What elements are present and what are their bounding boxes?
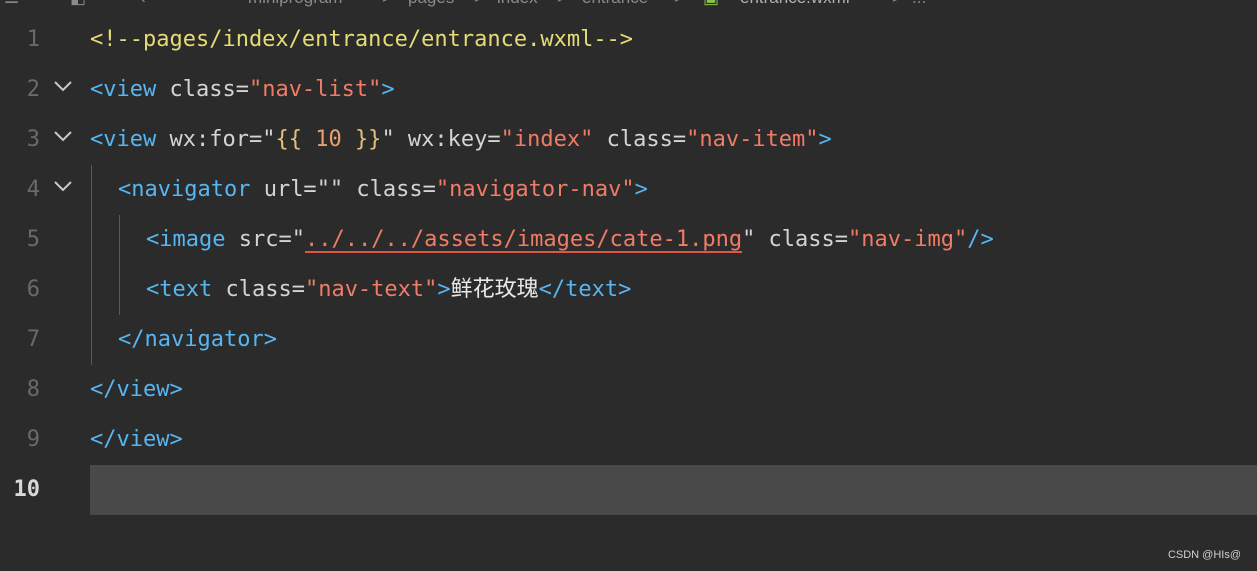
string-quote: " [262, 127, 276, 152]
attr-token: class= [343, 177, 436, 202]
breadcrumb-item-1[interactable]: pages [408, 0, 454, 8]
breadcrumb-sep: > [382, 0, 392, 8]
breadcrumb-item-2[interactable]: index [497, 0, 538, 8]
breadcrumb-sep: > [674, 0, 684, 8]
code-line-10[interactable]: 10 [0, 465, 1257, 515]
attr-token: class= [755, 227, 849, 252]
tag-token: </text> [538, 277, 632, 302]
string-token: "" [316, 177, 344, 202]
text-content: 鲜花玫瑰 [450, 277, 539, 302]
string-token: "index" [500, 127, 594, 152]
attr-token: class= [212, 277, 305, 302]
breadcrumb-sep: > [892, 0, 902, 8]
tag-token: > [634, 177, 648, 202]
tag-token: > [818, 127, 832, 152]
line-number: 6 [26, 277, 40, 302]
tag-token: </view> [90, 427, 183, 452]
tag-token: /> [967, 227, 994, 252]
attr-token: src= [225, 227, 292, 252]
breadcrumb-item-4[interactable]: entrance.wxml [740, 0, 850, 8]
current-line-highlight [90, 465, 1257, 515]
line-number: 4 [26, 177, 40, 202]
comment-token: <!--pages/index/entrance/entrance.wxml--… [90, 27, 634, 52]
tag-token: </navigator> [118, 327, 277, 352]
line-number: 10 [13, 477, 41, 502]
string-token: "nav-item" [686, 127, 819, 152]
tag-token: </view> [90, 377, 183, 402]
code-line-3[interactable]: 3 <view wx:for="{{ 10 }}" wx:key="index"… [0, 115, 1257, 165]
string-token: "nav-text" [304, 277, 438, 302]
line-number: 9 [26, 427, 40, 452]
chevron-down-icon[interactable] [52, 75, 74, 97]
tag-token: > [437, 277, 451, 302]
breadcrumb-icon-b[interactable]: ◧ [70, 0, 86, 8]
breadcrumb-sep: > [557, 0, 567, 8]
number-token: 10 [301, 127, 355, 152]
code-line-5[interactable]: 5 <image src="../../../assets/images/cat… [0, 215, 1257, 265]
tag-token: <view [90, 77, 157, 102]
chevron-down-icon[interactable] [52, 125, 74, 147]
code-line-6[interactable]: 6 <text class="nav-text">鲜花玫瑰</text> [0, 265, 1257, 315]
attr-token: class= [156, 77, 249, 102]
code-line-2[interactable]: 2 <view class="nav-list"> [0, 65, 1257, 115]
path-string-token[interactable]: ../../../assets/images/cate-1.png [305, 227, 742, 252]
code-line-4[interactable]: 4 <navigator url="" class="navigator-nav… [0, 165, 1257, 215]
brace-token: {{ [275, 127, 302, 152]
chevron-down-icon[interactable] [52, 175, 74, 197]
string-token: "nav-img" [848, 227, 968, 252]
string-token: "nav-list" [248, 77, 382, 102]
attr-token: wx:key= [394, 127, 501, 152]
wxml-file-icon: ▣ [703, 0, 719, 8]
string-quote: " [291, 227, 305, 252]
back-icon[interactable]: ‹ [140, 0, 146, 8]
tag-token: <navigator [118, 177, 251, 202]
line-number: 1 [26, 27, 40, 52]
tag-token: <text [146, 277, 213, 302]
code-line-1[interactable]: 1 <!--pages/index/entrance/entrance.wxml… [0, 15, 1257, 65]
attr-token: url= [250, 177, 317, 202]
tag-token: <image [146, 227, 226, 252]
breadcrumb-item-0[interactable]: miniprogram [248, 0, 342, 8]
brace-token: }} [354, 127, 382, 152]
code-line-7[interactable]: 7 </navigator> [0, 315, 1257, 365]
line-number: 2 [26, 77, 40, 102]
attr-token: class= [593, 127, 687, 152]
breadcrumb-sep: > [474, 0, 484, 8]
code-line-8[interactable]: 8 </view> [0, 365, 1257, 415]
string-quote: " [742, 227, 756, 252]
line-number: 7 [26, 327, 40, 352]
watermark: CSDN @HIs@ [1167, 549, 1241, 561]
breadcrumb-item-3[interactable]: entrance [582, 0, 648, 8]
breadcrumb: ☰ ◧ ‹ miniprogram > pages > index > entr… [0, 0, 1257, 8]
line-number: 3 [26, 127, 40, 152]
breadcrumb-icon-a[interactable]: ☰ [4, 0, 19, 8]
code-line-9[interactable]: 9 </view> [0, 415, 1257, 465]
string-token: "navigator-nav" [435, 177, 635, 202]
tag-token: <view [90, 127, 157, 152]
attr-token: wx:for= [156, 127, 263, 152]
line-number: 8 [26, 377, 40, 402]
tag-token: > [381, 77, 395, 102]
string-quote: " [381, 127, 395, 152]
breadcrumb-item-5[interactable]: ... [912, 0, 926, 8]
line-number: 5 [26, 227, 40, 252]
